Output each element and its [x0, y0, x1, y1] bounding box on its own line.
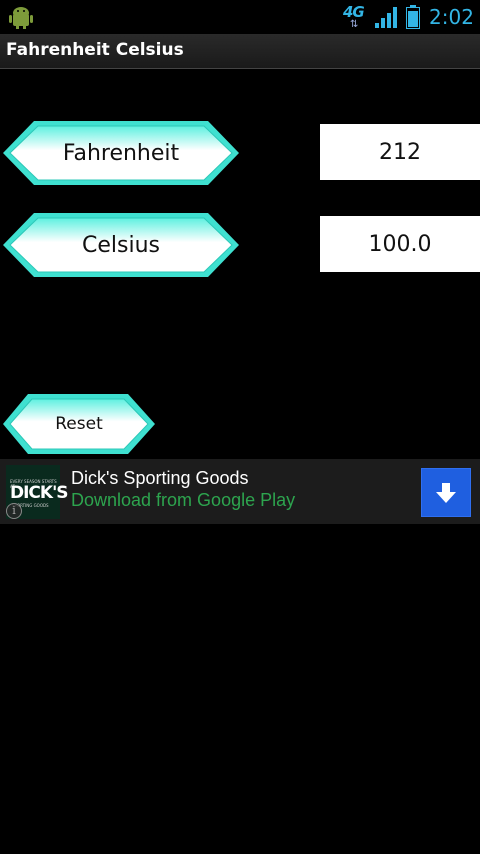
celsius-input[interactable]: 100.0	[320, 216, 480, 272]
fahrenheit-button-label: Fahrenheit	[62, 140, 180, 166]
celsius-button[interactable]: Celsius	[0, 210, 242, 280]
fahrenheit-value: 212	[379, 139, 421, 165]
title-bar: Fahrenheit Celsius	[0, 34, 480, 69]
status-bar: 4G ⇅ 2:02	[0, 0, 480, 34]
info-icon[interactable]: i	[6, 503, 22, 519]
celsius-value: 100.0	[368, 231, 432, 257]
reset-button[interactable]: Reset	[0, 391, 158, 457]
fahrenheit-input[interactable]: 212	[320, 124, 480, 180]
ad-subtitle: Download from Google Play	[71, 490, 296, 510]
android-icon	[9, 7, 33, 29]
ad-logo-text: DICK'S	[10, 483, 69, 503]
data-activity-icon: ⇅	[350, 19, 359, 30]
signal-icon	[375, 7, 397, 28]
ad-title: Dick's Sporting Goods	[71, 468, 249, 488]
status-clock: 2:02	[429, 5, 474, 29]
download-arrow-icon	[436, 482, 456, 503]
fahrenheit-button[interactable]: Fahrenheit	[0, 118, 242, 188]
celsius-button-label: Celsius	[82, 232, 160, 258]
reset-button-label: Reset	[55, 414, 103, 434]
battery-icon	[406, 5, 420, 29]
app-title: Fahrenheit Celsius	[6, 40, 184, 60]
download-button[interactable]	[421, 468, 471, 517]
ad-banner[interactable]: EVERY SEASON STARTS AT DICK'S SPORTING G…	[0, 459, 480, 524]
